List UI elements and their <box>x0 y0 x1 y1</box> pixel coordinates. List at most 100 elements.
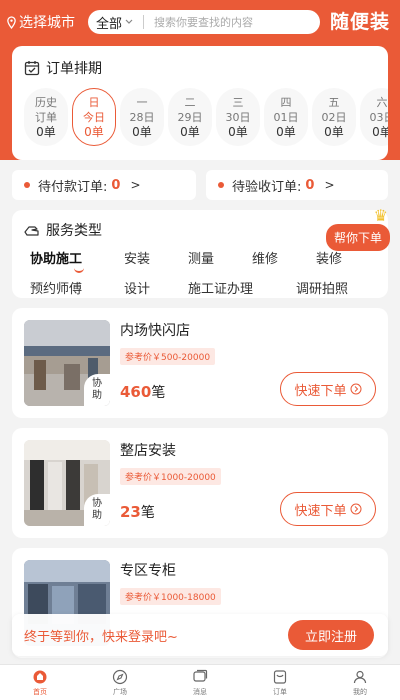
tab-messages[interactable]: 消息 <box>160 665 240 700</box>
order-count-value: 23 <box>120 503 141 521</box>
service-option[interactable]: 施工证办理 <box>188 278 253 297</box>
reference-price: 参考价￥500-20000 <box>120 348 216 365</box>
service-type-card: 服务类型 ♛ 帮你下单 协助施工 安装 测量 维修 装修 预约师傅 设计 施工证… <box>12 206 390 298</box>
day-count: 0单 <box>36 124 56 139</box>
order-count: 460笔 <box>120 382 165 402</box>
listing-name: 内场快闪店 <box>120 323 190 339</box>
search-input[interactable]: 搜索你要查找的内容 <box>154 14 253 30</box>
day-today[interactable]: 日今日 0单 <box>72 88 116 146</box>
quick-order-button[interactable]: 快速下单 <box>280 492 376 526</box>
search-divider <box>143 15 145 29</box>
assist-badge: 协 助 <box>84 374 110 406</box>
brand-logo: 随便装 <box>330 11 391 33</box>
day-label: 30日 <box>225 110 251 124</box>
register-button[interactable]: 立即注册 <box>288 620 374 650</box>
help-order-button[interactable]: 帮你下单 <box>325 224 390 251</box>
service-option[interactable]: 预约师傅 <box>30 278 82 297</box>
service-option[interactable]: 维修 <box>252 248 278 267</box>
listing-card[interactable]: 协 助 整店安装 参考价￥1000-20000 23笔 快速下单 <box>12 428 388 538</box>
service-option[interactable]: 装修 <box>316 248 342 267</box>
search-bar[interactable]: 全部 搜索你要查找的内容 <box>88 10 320 34</box>
day-top: 一 <box>136 95 148 109</box>
quick-order-label: 快速下单 <box>294 503 347 519</box>
service-option[interactable]: 测量 <box>188 248 214 267</box>
tab-plaza[interactable]: 广场 <box>80 665 160 700</box>
tab-label: 订单 <box>273 687 287 696</box>
pending-payment-orders[interactable]: 待付款订单: 0 > <box>12 170 196 200</box>
day-label: 28日 <box>129 110 155 124</box>
user-icon <box>353 670 367 683</box>
tab-label: 消息 <box>193 687 207 696</box>
chevron-right-icon: > <box>324 178 335 192</box>
day-item[interactable]: 四 01日 0单 <box>264 88 308 146</box>
schedule-days: 历史 订单 0单 日今日 0单 一 28日 0单 二 29日 0单 三 30日 0单 四 01日 0单… <box>24 88 388 146</box>
assist-badge-top: 协 <box>92 378 102 389</box>
status-dot <box>218 182 224 188</box>
day-count: 0单 <box>84 124 104 139</box>
day-count: 0单 <box>228 124 248 139</box>
city-label: 选择城市 <box>19 15 75 31</box>
tab-label: 首页 <box>33 687 47 696</box>
city-selector[interactable]: 选择城市 <box>6 12 75 32</box>
arrow-circle-icon <box>350 503 361 515</box>
day-count: 0单 <box>276 124 296 139</box>
tab-orders[interactable]: 订单 <box>240 665 320 700</box>
service-hand-icon <box>24 226 39 236</box>
listing-photo: 协 助 <box>24 440 110 526</box>
day-item[interactable]: 二 29日 0单 <box>168 88 212 146</box>
service-option-selected[interactable]: 协助施工 <box>30 248 82 267</box>
day-history[interactable]: 历史 订单 0单 <box>24 88 68 146</box>
day-item[interactable]: 一 28日 0单 <box>120 88 164 146</box>
service-title: 服务类型 <box>24 220 102 240</box>
login-prompt-text: 终于等到你，快来登录吧~ <box>24 630 178 645</box>
listing-name: 专区专柜 <box>120 563 176 579</box>
quick-order-button[interactable]: 快速下单 <box>280 372 376 406</box>
arrow-circle-icon <box>350 383 361 395</box>
search-category-select[interactable]: 全部 <box>88 13 133 32</box>
tab-mine[interactable]: 我的 <box>320 665 400 700</box>
day-count: 0单 <box>372 124 388 139</box>
day-count: 0单 <box>180 124 200 139</box>
service-title-text: 服务类型 <box>46 223 102 239</box>
bottom-tab-bar: 首页 广场 消息 订单 我的 <box>0 664 400 700</box>
day-top: 历史 <box>35 95 57 109</box>
order-count: 23笔 <box>120 502 155 522</box>
service-option[interactable]: 安装 <box>124 248 150 267</box>
order-count-unit: 笔 <box>151 385 166 401</box>
compass-icon <box>112 669 128 684</box>
tab-home[interactable]: 首页 <box>0 665 80 700</box>
order-count-unit: 笔 <box>140 505 155 521</box>
assist-badge: 协 助 <box>84 494 110 526</box>
quick-order-label: 快速下单 <box>294 383 347 399</box>
day-item[interactable]: 五 02日 0单 <box>312 88 356 146</box>
reference-price: 参考价￥1000-20000 <box>120 468 221 485</box>
location-pin-icon <box>7 15 16 29</box>
listing-card[interactable]: 协 助 内场快闪店 参考价￥500-20000 460笔 快速下单 <box>12 308 388 418</box>
day-top: 五 <box>328 95 340 109</box>
status-dot <box>24 182 30 188</box>
order-icon <box>273 669 287 684</box>
crown-icon: ♛ <box>373 206 388 225</box>
day-count: 0单 <box>324 124 344 139</box>
tab-label: 我的 <box>353 687 367 696</box>
day-item[interactable]: 三 30日 0单 <box>216 88 260 146</box>
day-top: 四 <box>280 95 292 109</box>
selected-indicator <box>74 268 84 273</box>
day-top: 六 <box>376 95 388 109</box>
calendar-icon <box>24 61 40 76</box>
search-category-label: 全部 <box>96 16 123 32</box>
day-label: 今日 <box>83 110 105 124</box>
service-option[interactable]: 设计 <box>124 278 150 297</box>
day-item[interactable]: 六03日0单 <box>360 88 388 146</box>
day-count: 0单 <box>132 124 152 139</box>
service-option[interactable]: 调研拍照 <box>296 278 348 297</box>
pending-accept-count: 0 <box>305 177 315 193</box>
day-label: 03日 <box>369 110 389 124</box>
chevron-down-icon <box>125 19 133 24</box>
login-banner: 终于等到你，快来登录吧~ 立即注册 <box>12 614 388 656</box>
order-count-value: 460 <box>120 383 152 401</box>
pending-payment-label: 待付款订单: <box>38 179 108 195</box>
home-icon <box>33 670 47 683</box>
pending-accept-orders[interactable]: 待验收订单: 0 > <box>206 170 388 200</box>
tab-label: 广场 <box>113 687 127 696</box>
